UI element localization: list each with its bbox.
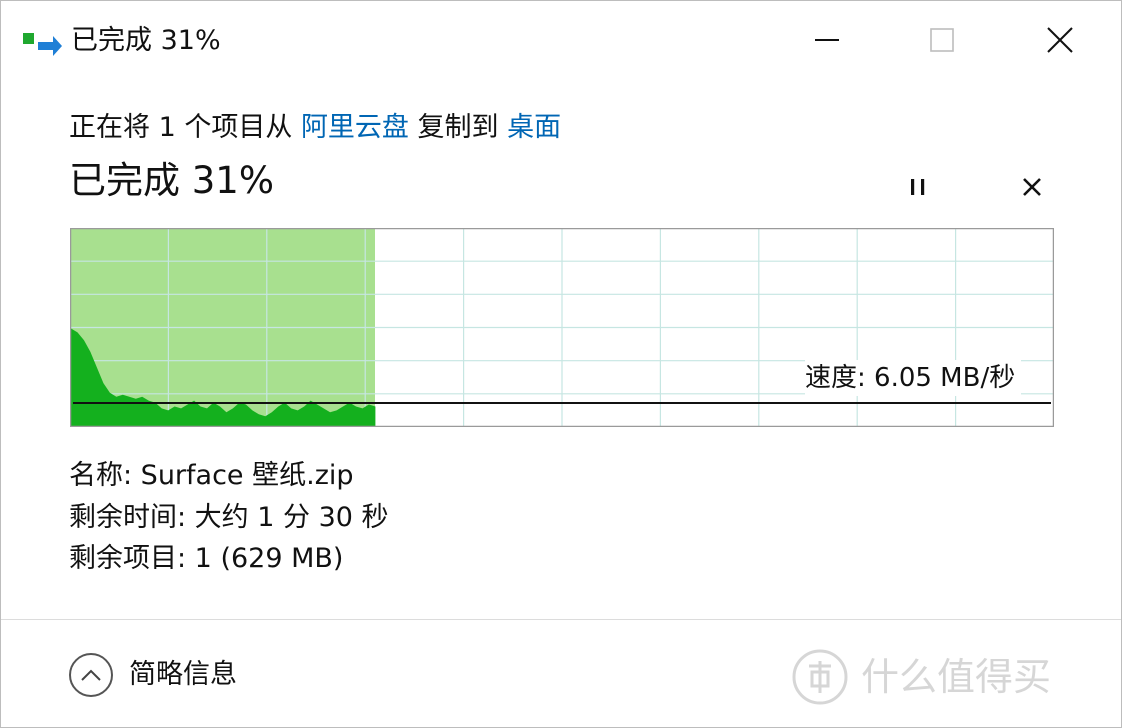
fewer-details-button[interactable]: 简略信息 xyxy=(69,652,237,698)
maximize-icon xyxy=(930,28,954,52)
copy-progress-dialog: 已完成 31% 正在将 1 个项目从 阿里云盘 复制到 桌面 已完成 31% 速… xyxy=(0,0,1122,728)
copy-file-icon xyxy=(23,33,62,56)
operation-description: 正在将 1 个项目从 阿里云盘 复制到 桌面 xyxy=(69,109,561,147)
chevron-up-icon xyxy=(81,669,101,681)
transfer-speed-graph xyxy=(70,228,1054,427)
operation-prefix: 正在将 1 个项目从 xyxy=(69,112,301,143)
source-link[interactable]: 阿里云盘 xyxy=(301,112,409,143)
cancel-button[interactable] xyxy=(1012,167,1052,207)
minimize-icon xyxy=(815,39,839,41)
cancel-icon xyxy=(1023,178,1041,196)
operation-middle: 复制到 xyxy=(408,112,508,143)
items-remaining: 剩余项目: 1 (629 MB) xyxy=(69,543,344,574)
pause-button[interactable] xyxy=(898,167,938,207)
zhi-logo-icon xyxy=(792,649,848,705)
watermark: 什么值得买 xyxy=(791,647,1051,707)
pause-icon xyxy=(911,179,925,195)
minimize-button[interactable] xyxy=(771,1,883,79)
destination-link[interactable]: 桌面 xyxy=(507,112,561,143)
watermark-text: 什么值得买 xyxy=(861,655,1052,699)
fewer-details-label: 简略信息 xyxy=(129,659,237,690)
progress-status: 已完成 31% xyxy=(69,159,274,202)
file-name: 名称: Surface 壁纸.zip xyxy=(69,460,354,491)
maximize-button[interactable] xyxy=(886,1,998,79)
fewer-details-circle xyxy=(69,653,113,697)
close-icon xyxy=(1047,27,1073,53)
close-button[interactable] xyxy=(1004,1,1116,79)
time-remaining: 剩余时间: 大约 1 分 30 秒 xyxy=(69,502,389,533)
title-bar[interactable]: 已完成 31% xyxy=(1,1,1121,81)
speed-label: 速度: 6.05 MB/秒 xyxy=(805,360,1022,396)
window-title: 已完成 31% xyxy=(71,25,221,56)
